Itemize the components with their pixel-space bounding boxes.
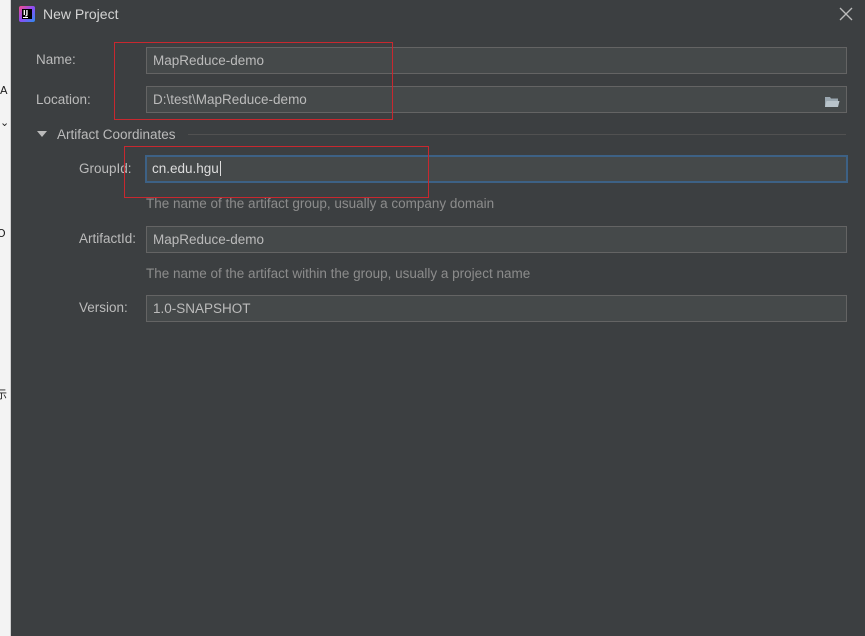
groupid-value: cn.edu.hgu — [152, 161, 219, 176]
name-field[interactable]: MapReduce-demo — [146, 47, 847, 74]
browse-folder-button[interactable] — [824, 92, 840, 107]
text-caret — [219, 161, 221, 176]
artifactid-label: ArtifactId: — [79, 231, 137, 246]
groupid-hint: The name of the artifact group, usually … — [146, 196, 495, 211]
background-text-fragment: O — [0, 227, 6, 240]
section-divider — [188, 134, 846, 135]
artifactid-field[interactable]: MapReduce-demo — [146, 226, 847, 253]
groupid-label: GroupId: — [79, 161, 132, 176]
close-button[interactable] — [837, 5, 855, 23]
intellij-icon: IJ — [19, 6, 35, 22]
new-project-dialog: IJ New Project Name: MapReduce-demo Loca… — [11, 0, 865, 636]
groupid-field[interactable]: cn.edu.hgu — [145, 155, 848, 183]
name-label: Name: — [36, 52, 76, 67]
background-window-strip: A ⌄ O 示 — [0, 0, 11, 636]
background-text-fragment: ⌄ — [0, 116, 10, 129]
location-field[interactable]: D:\test\MapReduce-demo — [146, 86, 847, 113]
artifactid-hint: The name of the artifact within the grou… — [146, 266, 531, 281]
background-text-fragment: A — [0, 84, 8, 97]
close-icon — [839, 7, 853, 21]
version-label: Version: — [79, 300, 128, 315]
window-title: New Project — [43, 6, 119, 22]
location-label: Location: — [36, 92, 91, 107]
artifact-coordinates-toggle[interactable]: Artifact Coordinates — [37, 124, 176, 144]
location-value: D:\test\MapReduce-demo — [153, 92, 307, 107]
section-title: Artifact Coordinates — [57, 126, 176, 142]
folder-icon — [825, 97, 840, 107]
title-bar: IJ New Project — [11, 0, 865, 30]
version-field[interactable]: 1.0-SNAPSHOT — [146, 295, 847, 322]
background-text-fragment: 示 — [0, 386, 7, 402]
expand-triangle-icon — [37, 131, 47, 137]
